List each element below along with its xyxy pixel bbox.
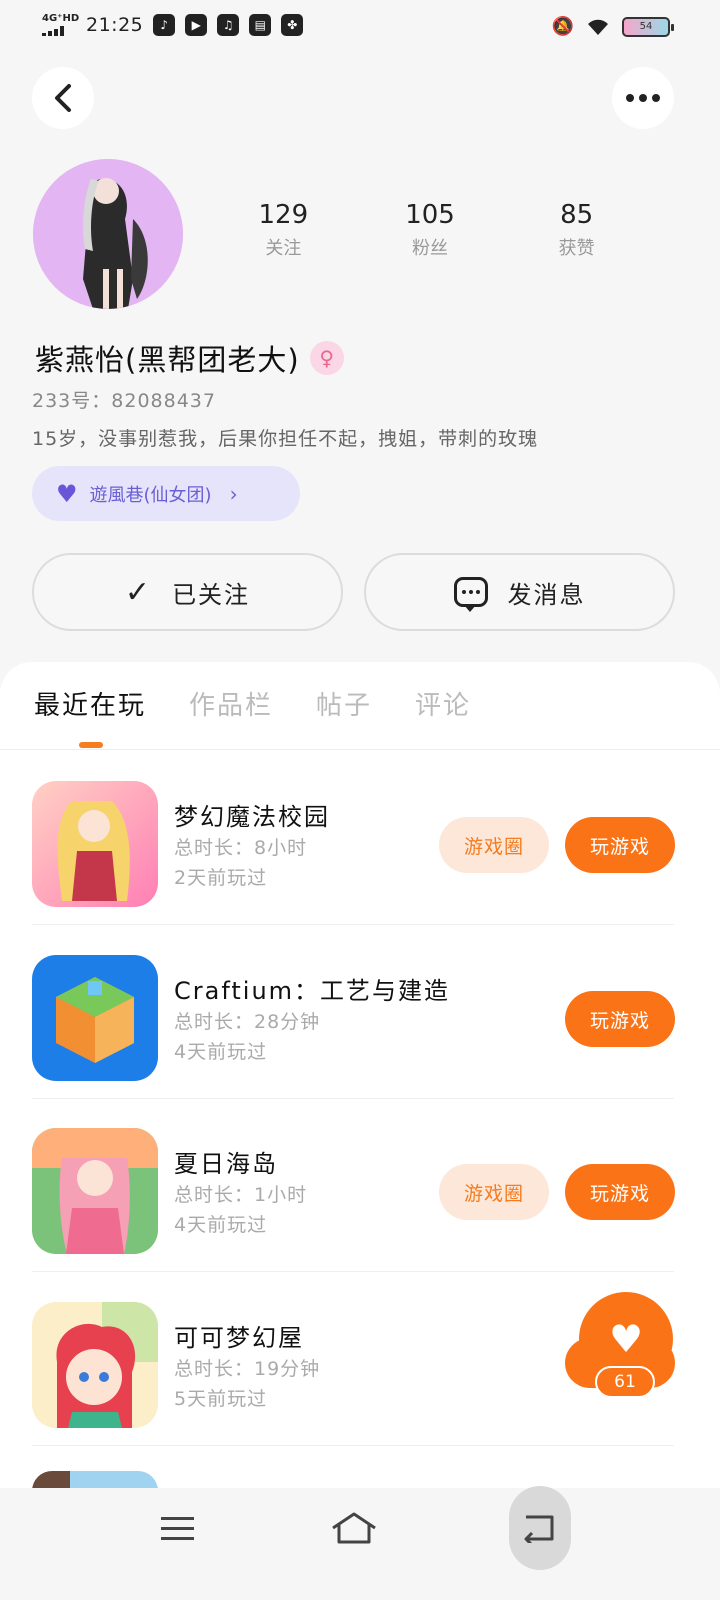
play-game-button[interactable]: 玩游戏 <box>565 991 675 1047</box>
stat-following[interactable]: 129 关注 <box>210 200 357 260</box>
game-duration: 总时长：19分钟 <box>174 1358 321 1380</box>
wifi-icon <box>588 19 608 35</box>
like-count: 61 <box>595 1366 655 1398</box>
profile-tabs: 最近在玩 作品栏 帖子 评论 <box>34 685 471 722</box>
player-icon: ▶ <box>185 14 208 36</box>
back-button[interactable] <box>32 67 94 129</box>
following-button[interactable]: ✓ 已关注 <box>32 553 343 631</box>
system-back-button[interactable] <box>509 1486 571 1570</box>
pinwheel-icon: ✤ <box>281 14 304 36</box>
game-last-played: 4天前玩过 <box>174 1041 268 1063</box>
tiktok-icon: ♪ <box>153 14 176 36</box>
game-title: 可可梦幻屋 <box>174 1324 304 1352</box>
tab-recently-played[interactable]: 最近在玩 <box>34 685 146 722</box>
tab-posts[interactable]: 帖子 <box>316 685 372 722</box>
user-bio: 15岁，没事别惹我，后果你担任不起，拽姐，带刺的玫瑰 <box>32 428 539 450</box>
avatar[interactable] <box>33 159 183 309</box>
stat-likes[interactable]: 85 获赞 <box>503 200 650 260</box>
game-last-played: 5天前玩过 <box>174 1388 268 1410</box>
game-duration: 总时长：1小时 <box>174 1184 308 1206</box>
active-tab-indicator <box>79 742 103 748</box>
send-message-button[interactable]: 发消息 <box>364 553 675 631</box>
heart-icon: ♥ <box>56 479 78 508</box>
chevron-left-icon <box>55 84 71 112</box>
group-link[interactable]: ♥ 遊風巷(仙女团) › <box>32 466 300 521</box>
like-floating-button[interactable]: ♥ 61 <box>565 1292 675 1404</box>
stat-label: 粉丝 <box>412 238 448 259</box>
game-duration: 总时长：8小时 <box>174 837 308 859</box>
network-label: 4G⁺HD <box>42 13 80 24</box>
username-row: 紫燕怡(黑帮团老大) ♀ <box>35 337 344 379</box>
status-left: 4G⁺HD 21:25 ♪ ▶ ♫ ▤ ✤ <box>42 13 304 36</box>
tabs-divider <box>0 749 720 750</box>
home-icon <box>332 1512 376 1544</box>
tab-comments[interactable]: 评论 <box>415 685 471 722</box>
game-last-played: 2天前玩过 <box>174 867 268 889</box>
game-icon[interactable] <box>32 781 158 907</box>
send-message-label: 发消息 <box>507 580 586 609</box>
status-right: 🔕 54 <box>551 16 674 37</box>
game-last-played: 4天前玩过 <box>174 1214 268 1236</box>
list-item[interactable]: 夏日海岛 总时长：1小时 4天前玩过 游戏圈 玩游戏 <box>32 1098 720 1272</box>
game-icon[interactable] <box>32 1302 158 1428</box>
chat-bubble-icon <box>453 577 488 612</box>
status-bar: 4G⁺HD 21:25 ♪ ▶ ♫ ▤ ✤ 🔕 54 <box>0 0 720 56</box>
home-button[interactable] <box>322 1488 386 1568</box>
music-icon: ♫ <box>217 14 240 36</box>
tab-works[interactable]: 作品栏 <box>189 685 273 722</box>
play-game-button[interactable]: 玩游戏 <box>565 1164 675 1220</box>
list-item[interactable]: 梦幻魔法校园 总时长：8小时 2天前玩过 游戏圈 玩游戏 <box>32 751 720 925</box>
username: 紫燕怡(黑帮团老大) <box>35 343 300 377</box>
game-circle-button[interactable]: 游戏圈 <box>439 1164 549 1220</box>
stat-label: 关注 <box>265 238 302 259</box>
game-title: 梦幻魔法校园 <box>174 803 330 831</box>
game-title: Craftium：工艺与建造 <box>174 977 451 1005</box>
mute-bell-icon: 🔕 <box>551 16 574 37</box>
game-icon[interactable] <box>32 955 158 1081</box>
stat-number: 85 <box>560 200 594 230</box>
system-nav-bar <box>0 1486 720 1600</box>
row-divider <box>32 1445 674 1446</box>
recents-button[interactable] <box>145 1488 209 1568</box>
checkmark-icon: ✓ <box>124 574 153 610</box>
stat-number: 105 <box>405 200 455 230</box>
heart-icon: ♥ <box>608 1317 644 1361</box>
stat-label: 获赞 <box>558 238 595 259</box>
play-game-button[interactable]: 玩游戏 <box>565 817 675 873</box>
game-duration: 总时长：28分钟 <box>174 1011 321 1033</box>
stat-number: 129 <box>258 200 309 230</box>
game-circle-button[interactable]: 游戏圈 <box>439 817 549 873</box>
game-title: 夏日海岛 <box>174 1150 278 1178</box>
list-item[interactable]: Craftium：工艺与建造 总时长：28分钟 4天前玩过 玩游戏 <box>32 925 720 1099</box>
battery-icon: 54 <box>622 16 674 37</box>
back-arrow-icon <box>524 1515 554 1543</box>
more-button[interactable] <box>612 67 674 129</box>
profile-stats: 129 关注 105 粉丝 85 获赞 <box>210 200 650 260</box>
book-icon: ▤ <box>249 14 272 36</box>
user-id: 233号：82088437 <box>32 390 216 412</box>
stat-followers[interactable]: 105 粉丝 <box>357 200 504 260</box>
more-dots-icon <box>626 94 660 102</box>
following-label: 已关注 <box>172 580 251 609</box>
battery-level: 54 <box>639 21 653 32</box>
game-icon[interactable] <box>32 1128 158 1254</box>
female-gender-icon: ♀ <box>309 341 344 375</box>
chevron-right-icon: › <box>229 481 238 506</box>
group-name: 遊風巷(仙女团) <box>89 484 212 506</box>
signal-icon: 4G⁺HD <box>42 13 80 36</box>
clock: 21:25 <box>86 14 144 36</box>
avatar-character-image <box>33 159 183 309</box>
menu-icon <box>160 1516 194 1540</box>
